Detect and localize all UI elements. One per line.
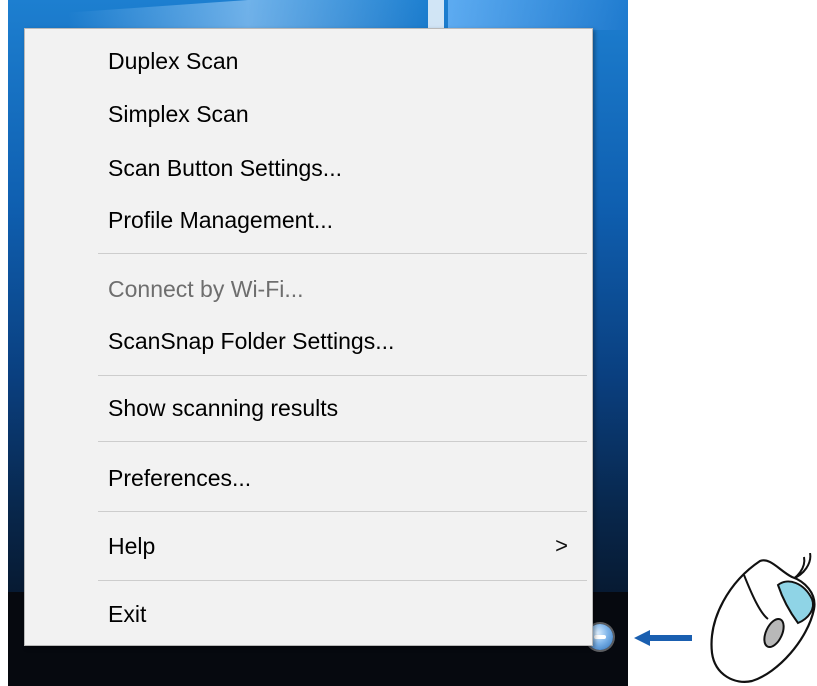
context-menu: Duplex Scan Simplex Scan Scan Button Set… — [24, 28, 593, 646]
menu-item-exit[interactable]: Exit — [25, 594, 592, 634]
menu-item-connect-by-wifi: Connect by Wi-Fi... — [108, 276, 304, 302]
left-arrow-icon — [634, 630, 692, 646]
chevron-right-icon: > — [555, 533, 568, 558]
menu-item-help[interactable]: Help > — [25, 526, 592, 566]
menu-separator — [98, 253, 587, 254]
menu-item-scan-button-settings[interactable]: Scan Button Settings... — [25, 148, 592, 188]
wallpaper-light-band — [448, 0, 628, 30]
menu-separator — [98, 441, 587, 442]
menu-separator — [98, 375, 587, 376]
menu-item-show-scanning-results[interactable]: Show scanning results — [25, 388, 592, 428]
menu-separator — [98, 511, 587, 512]
menu-item-help-label: Help — [108, 533, 156, 559]
menu-item-preferences[interactable]: Preferences... — [25, 458, 592, 498]
menu-item-duplex-scan[interactable]: Duplex Scan — [25, 41, 592, 81]
mouse-click-icon — [710, 553, 816, 683]
menu-separator — [98, 580, 587, 581]
menu-item-profile-management[interactable]: Profile Management... — [25, 200, 592, 240]
menu-item-scansnap-folder-settings[interactable]: ScanSnap Folder Settings... — [25, 321, 592, 361]
menu-item-simplex-scan[interactable]: Simplex Scan — [25, 94, 592, 134]
